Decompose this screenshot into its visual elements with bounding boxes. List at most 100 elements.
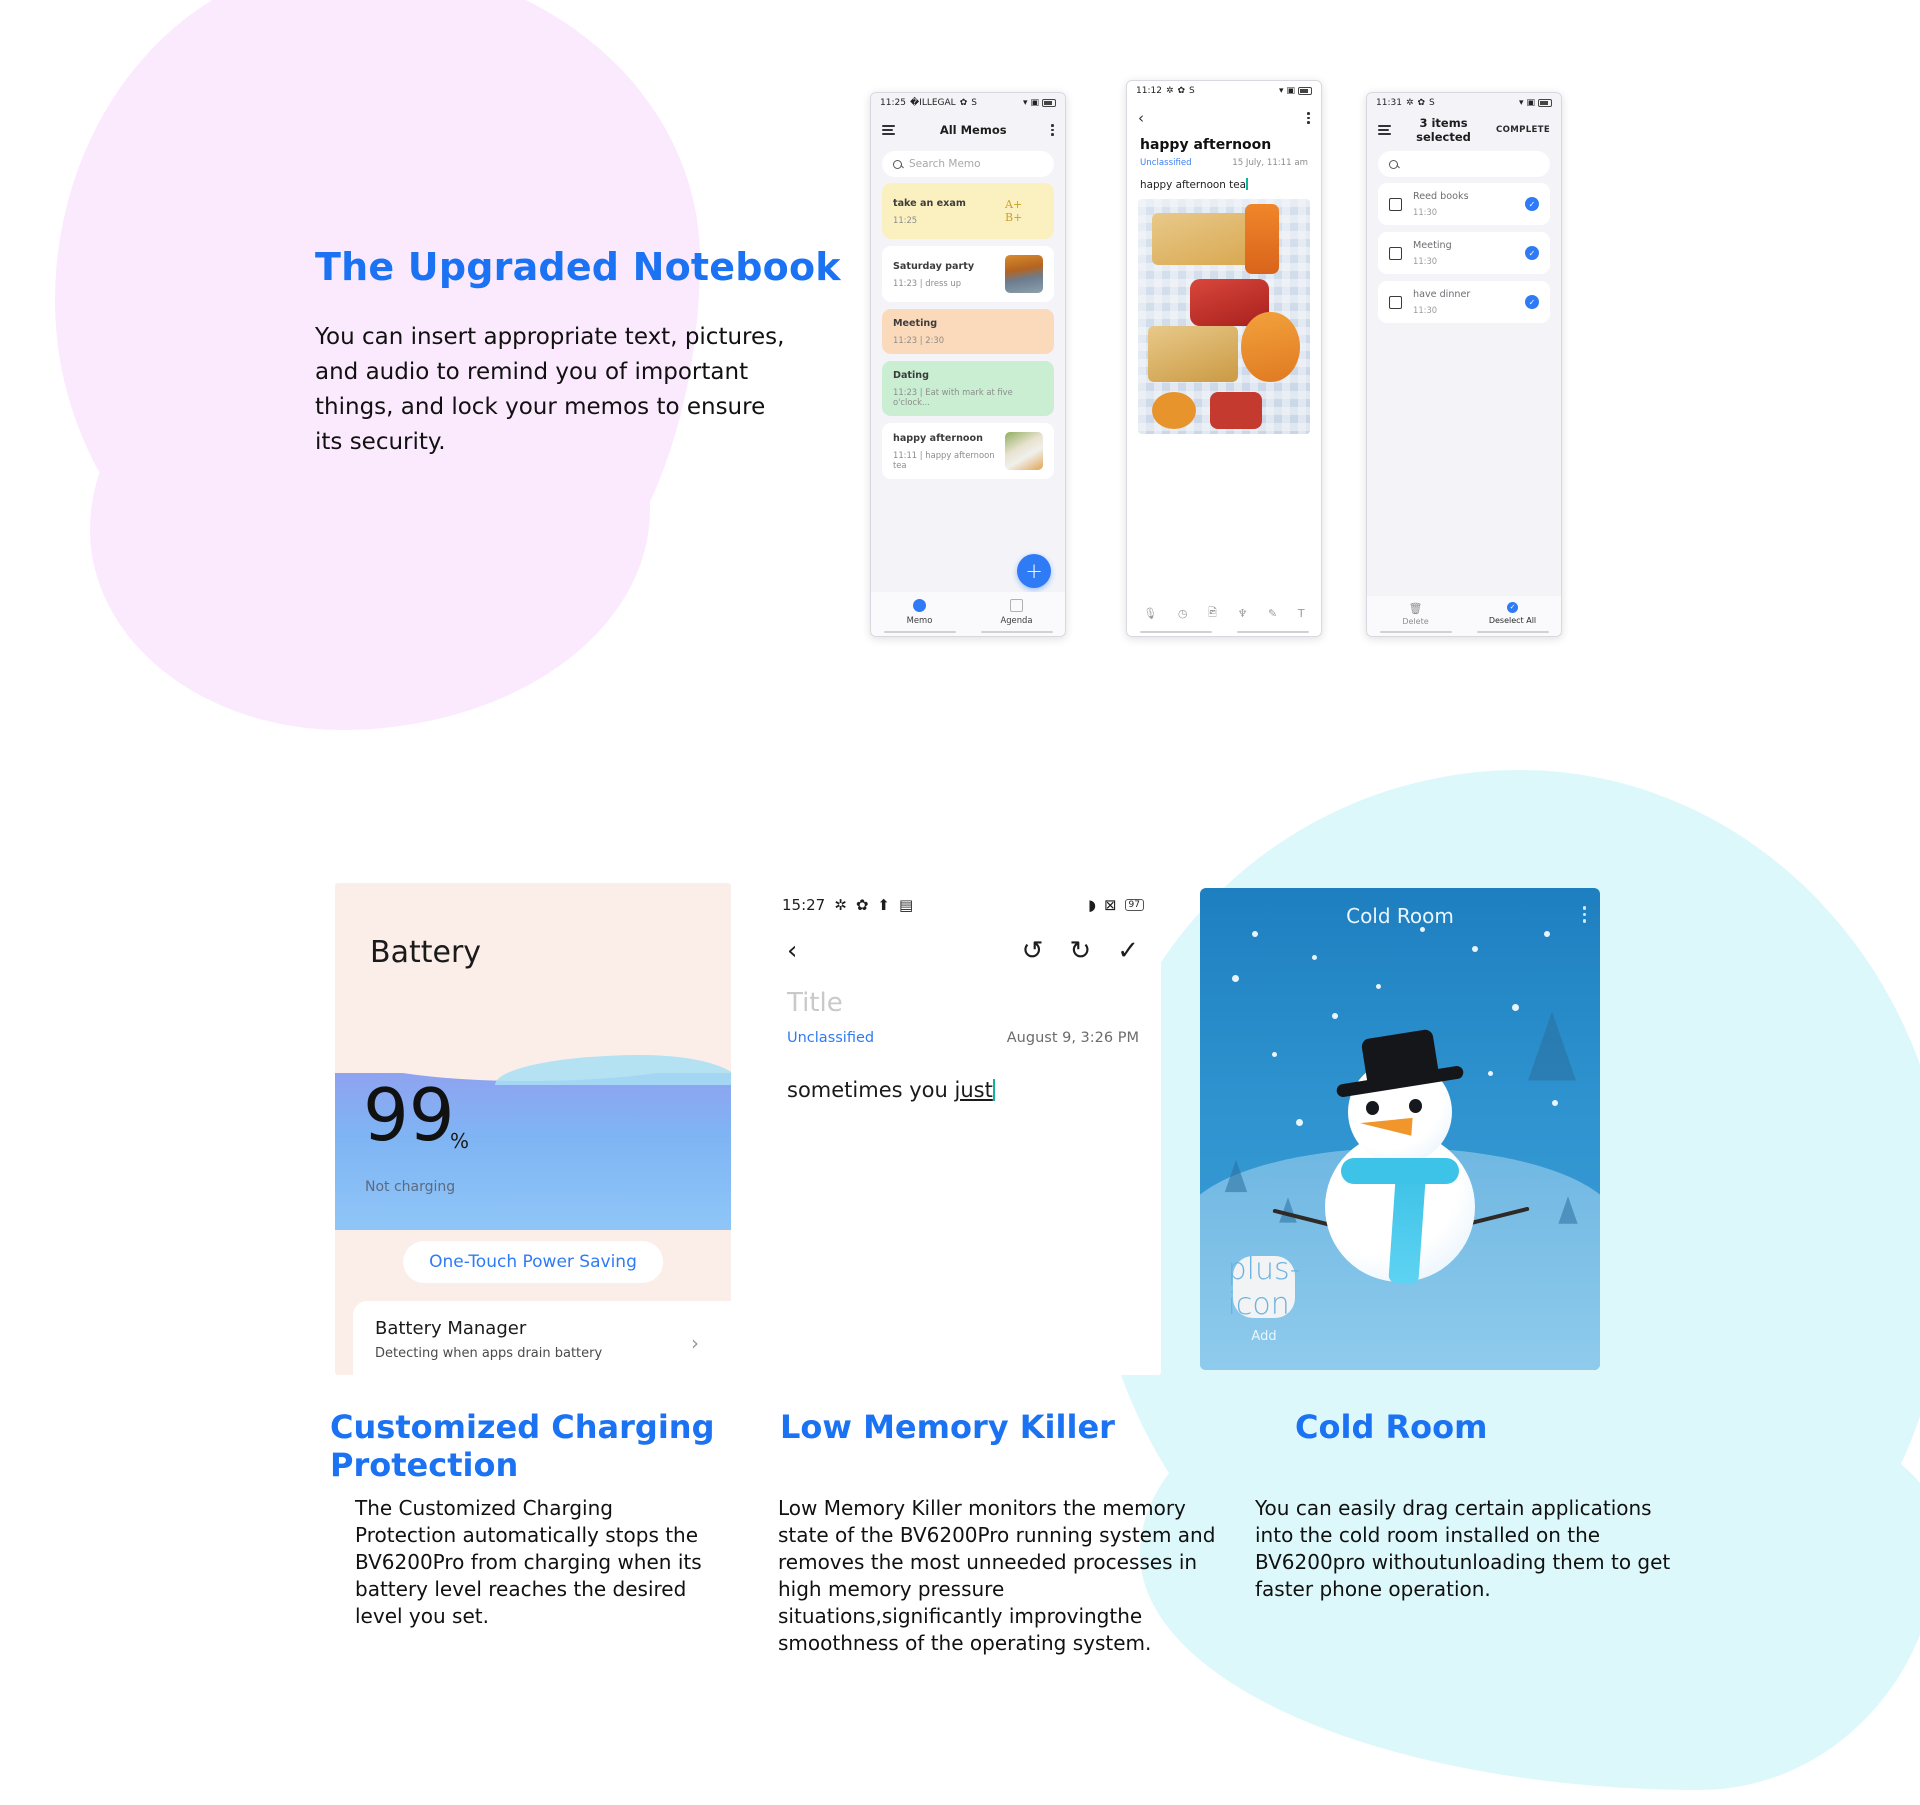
memo-title: happy afternoon <box>893 432 983 444</box>
snowflake-icon <box>1472 945 1478 952</box>
memo-item[interactable]: Meeting 11:23 | 2:30 <box>882 309 1054 354</box>
bluetooth-icon: ✲ <box>1405 97 1414 108</box>
deselect-icon: ✓ <box>1507 602 1518 613</box>
home-indicator <box>871 630 1065 633</box>
search-input[interactable]: Search Memo <box>882 151 1054 177</box>
percent-symbol: % <box>450 1129 470 1153</box>
food-sandwich <box>1151 213 1259 265</box>
item-title: Reed books <box>1413 191 1469 202</box>
memo-item[interactable]: take an exam 11:25 A+ B+ <box>882 183 1054 239</box>
memo-item[interactable]: happy afternoon 11:11 | happy afternoon … <box>882 423 1054 479</box>
note-body-input[interactable]: sometimes you just <box>765 1046 1161 1102</box>
deselect-all-button[interactable]: ✓ Deselect All <box>1464 602 1561 625</box>
chevron-left-icon[interactable]: ‹ <box>787 936 797 966</box>
note-body-underlined: just <box>954 1078 993 1102</box>
list-item[interactable]: Reed books 11:30 ✓ <box>1378 183 1550 225</box>
checkbox[interactable] <box>1389 197 1402 211</box>
note-image-picnic[interactable] <box>1138 199 1310 434</box>
item-subtitle: 11:30 <box>1413 256 1438 266</box>
gear-icon: ✿ <box>959 97 968 108</box>
mic-icon[interactable]: 🎙 <box>1143 607 1157 620</box>
food-drink-bottle <box>1244 203 1280 275</box>
selected-check-icon[interactable]: ✓ <box>1525 295 1539 309</box>
notebook-section-body: You can insert appropriate text, picture… <box>315 324 785 455</box>
sim-icon: ▣ <box>1286 85 1295 96</box>
redo-icon[interactable]: ↻ <box>1069 936 1091 966</box>
note-classification[interactable]: Unclassified <box>1140 158 1192 168</box>
kebab-icon[interactable] <box>1051 124 1054 136</box>
checkbox[interactable] <box>1389 295 1402 309</box>
add-tile-label: Add <box>1251 1329 1277 1344</box>
text-caret <box>1246 178 1248 190</box>
add-app-tile[interactable]: plus-icon <box>1228 1252 1301 1322</box>
snowman-carrot-nose <box>1359 1114 1413 1136</box>
memo-item[interactable]: Saturday party 11:23 | dress up <box>882 246 1054 302</box>
kebab-icon[interactable] <box>1582 906 1586 923</box>
check-icon[interactable]: ✓ <box>1117 936 1139 966</box>
notebook-section-title: The Upgraded Notebook <box>315 245 841 289</box>
pine-tree-icon <box>1558 1196 1578 1224</box>
note-body-text: happy afternoon tea <box>1140 179 1247 191</box>
search-input[interactable] <box>1378 151 1550 177</box>
one-touch-power-saving-button[interactable]: One-Touch Power Saving <box>403 1241 663 1283</box>
snowflake-icon <box>1376 984 1381 990</box>
selected-check-icon[interactable]: ✓ <box>1525 197 1539 211</box>
tab-label: Memo <box>906 614 933 625</box>
memo-subtitle: 11:11 | happy afternoon tea <box>893 449 995 470</box>
hamburger-icon[interactable] <box>1378 125 1391 135</box>
tag-icon[interactable]: ♆ <box>1238 607 1248 620</box>
snowflake-icon <box>1252 931 1258 938</box>
snowflake-icon <box>1332 1013 1338 1020</box>
cold-room-title: Cold Room <box>1346 904 1454 928</box>
undo-icon[interactable]: ↺ <box>1022 936 1044 966</box>
selection-count: 3 items selected <box>1416 116 1471 144</box>
battery-level: 99 <box>363 1073 455 1157</box>
note-date: 15 July, 11:11 am <box>1232 158 1308 168</box>
clock-icon[interactable]: ◷ <box>1178 607 1188 620</box>
hamburger-icon[interactable] <box>882 125 895 135</box>
battery-icon <box>1298 87 1312 95</box>
note-date: August 9, 3:26 PM <box>1006 1030 1139 1046</box>
memo-item[interactable]: Dating 11:23 | Eat with mark at five o'c… <box>882 361 1054 416</box>
note-classification[interactable]: Unclassified <box>787 1030 874 1046</box>
complete-button[interactable]: COMPLETE <box>1496 125 1550 135</box>
text-icon[interactable]: T <box>1298 607 1305 620</box>
status-bar: 11:25 �ILLEGAL ✿ S ▾ ▣ <box>871 93 1065 113</box>
snowflake-icon <box>1272 1051 1277 1057</box>
feature-heading-charging: Customized Charging Protection <box>330 1408 715 1484</box>
trash-icon: 🗑 <box>1408 601 1423 615</box>
tab-memo[interactable]: Memo <box>871 598 968 625</box>
sim-icon: ▣ <box>1526 97 1535 108</box>
note-meta: Unclassified 15 July, 11:11 am <box>1127 153 1321 175</box>
pen-icon[interactable]: ✎ <box>1268 607 1277 620</box>
tab-agenda[interactable]: Agenda <box>968 598 1065 625</box>
status-time: 11:12 <box>1136 86 1162 96</box>
item-title: have dinner <box>1413 289 1471 300</box>
status-time: 11:31 <box>1376 98 1402 108</box>
cold-room-card: Cold Room plus-icon Add <box>1200 888 1600 1370</box>
delete-button[interactable]: 🗑 Delete <box>1367 602 1464 626</box>
search-icon <box>1389 159 1398 169</box>
list-item[interactable]: Meeting 11:30 ✓ <box>1378 232 1550 274</box>
note-title: happy afternoon <box>1140 137 1272 153</box>
chevron-left-icon[interactable]: ‹ <box>1138 110 1144 126</box>
title-input-placeholder[interactable]: Title <box>765 966 1161 1018</box>
editor-toolbar: ‹ ↺ ↻ ✓ <box>765 914 1161 966</box>
selected-check-icon[interactable]: ✓ <box>1525 246 1539 260</box>
checkbox[interactable] <box>1389 246 1402 260</box>
note-body[interactable]: happy afternoon tea <box>1127 175 1321 199</box>
image-icon[interactable]: 🖻 <box>1208 604 1217 623</box>
gear-icon: ✿ <box>1177 85 1186 96</box>
battery-icon <box>1042 99 1056 107</box>
wifi-icon: ▾ <box>1022 97 1028 108</box>
status-bar: 11:12 ✲ ✿ S ▾ ▣ <box>1127 81 1321 101</box>
kebab-icon[interactable] <box>1307 112 1310 124</box>
battery-icon: 97 <box>1124 899 1144 911</box>
status-bar: 11:31 ✲ ✿ S ▾ ▣ <box>1367 93 1561 113</box>
sim-icon: ▣ <box>1030 97 1039 108</box>
memo-thumbnail-photo <box>1005 432 1043 470</box>
add-memo-fab[interactable]: + <box>1017 554 1051 588</box>
list-item[interactable]: have dinner 11:30 ✓ <box>1378 281 1550 323</box>
battery-manager-row[interactable]: Battery Manager Detecting when apps drai… <box>353 1301 731 1375</box>
charging-status: Not charging <box>365 1179 456 1195</box>
